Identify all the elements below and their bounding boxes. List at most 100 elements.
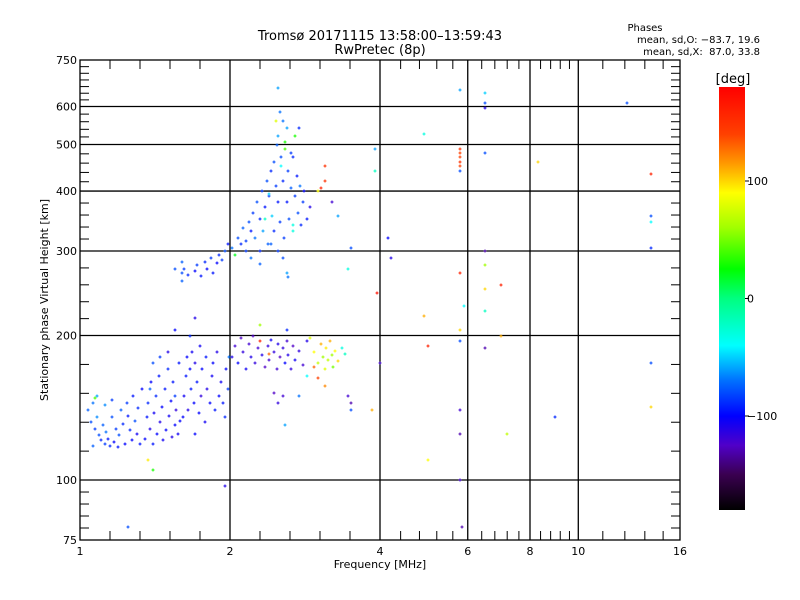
data-point — [86, 408, 90, 412]
y-tick-label: 75 — [63, 534, 77, 547]
data-point — [171, 380, 175, 384]
ionogram-chart: Tromsø 20171115 13:58:00–13:59:43 RwPret… — [38, 23, 777, 571]
data-point — [158, 420, 162, 424]
data-point — [174, 408, 178, 412]
data-point — [223, 415, 227, 419]
data-point — [281, 346, 285, 350]
data-point — [253, 236, 257, 240]
data-point — [97, 433, 101, 437]
data-point — [422, 132, 426, 136]
data-point — [269, 242, 273, 246]
data-point — [163, 387, 167, 391]
data-points — [86, 86, 653, 529]
data-point — [276, 249, 280, 253]
data-point — [321, 355, 325, 359]
data-point — [458, 478, 462, 482]
data-point — [145, 415, 149, 419]
data-point — [308, 205, 312, 209]
data-point — [182, 394, 186, 398]
data-point — [285, 126, 289, 130]
data-point — [370, 408, 374, 412]
data-point — [239, 242, 243, 246]
data-point — [199, 394, 203, 398]
data-point — [276, 134, 280, 138]
data-point — [275, 367, 279, 371]
data-point — [236, 236, 240, 240]
data-point — [373, 147, 377, 151]
data-point — [305, 217, 309, 221]
data-point — [283, 423, 287, 427]
data-point — [261, 229, 265, 233]
data-point — [154, 394, 158, 398]
data-point — [91, 401, 95, 405]
data-point — [291, 223, 295, 227]
data-point — [180, 279, 184, 283]
stats-o-mode: mean, sd,O: −83.7, 19.6 — [637, 35, 760, 46]
data-point — [316, 361, 320, 365]
data-point — [155, 432, 159, 436]
data-point — [323, 367, 327, 371]
data-point — [180, 271, 184, 275]
data-point — [276, 86, 280, 90]
data-point — [130, 438, 134, 442]
chart-subtitle: RwPretec (8p) — [334, 43, 425, 58]
data-point — [270, 214, 274, 218]
data-point — [458, 155, 462, 159]
data-point — [378, 361, 382, 365]
data-point — [192, 401, 196, 405]
x-axis-label: Frequency [MHz] — [334, 558, 426, 571]
data-point — [223, 249, 227, 253]
data-point — [217, 394, 221, 398]
data-point — [279, 164, 283, 168]
data-point — [266, 344, 270, 348]
data-point — [266, 242, 270, 246]
data-point — [121, 422, 125, 426]
data-point — [244, 239, 248, 243]
data-point — [349, 408, 353, 412]
colorbar-tick-label: 0 — [747, 293, 754, 306]
data-point — [297, 126, 301, 130]
data-point — [291, 229, 295, 233]
data-point — [276, 342, 280, 346]
data-point — [289, 186, 293, 190]
data-point — [205, 267, 209, 271]
data-point — [316, 189, 320, 193]
data-point — [483, 309, 487, 313]
data-point — [203, 420, 207, 424]
data-point — [272, 391, 276, 395]
data-point — [166, 367, 170, 371]
data-point — [296, 211, 300, 215]
data-point — [649, 214, 653, 218]
data-point — [258, 262, 262, 266]
data-point — [625, 101, 629, 105]
data-point — [211, 271, 215, 275]
colorbar-label: [deg] — [716, 72, 751, 87]
data-point — [265, 179, 269, 183]
data-point — [278, 355, 282, 359]
data-point — [148, 387, 152, 391]
data-point — [146, 458, 150, 462]
data-point — [182, 267, 186, 271]
data-point — [291, 344, 295, 348]
data-point — [336, 359, 340, 363]
data-point — [319, 186, 323, 190]
data-point — [272, 350, 276, 354]
data-point — [186, 273, 190, 277]
data-point — [151, 468, 155, 472]
x-tick-label: 16 — [673, 545, 687, 558]
axes: 1 2 4 6 8 10 16 75 100 200 300 400 500 600 750 — [56, 54, 687, 558]
data-point — [143, 437, 147, 441]
colorbar-tick-label: 100 — [747, 175, 768, 188]
y-tick-label: 100 — [56, 474, 77, 487]
data-point — [291, 155, 295, 159]
data-point — [346, 267, 350, 271]
data-point — [281, 394, 285, 398]
data-point — [301, 200, 305, 204]
data-point — [239, 336, 243, 340]
data-point — [295, 174, 299, 178]
data-point — [104, 430, 108, 434]
data-point — [649, 246, 653, 250]
data-point — [193, 361, 197, 365]
data-point — [249, 256, 253, 260]
data-point — [93, 427, 97, 431]
